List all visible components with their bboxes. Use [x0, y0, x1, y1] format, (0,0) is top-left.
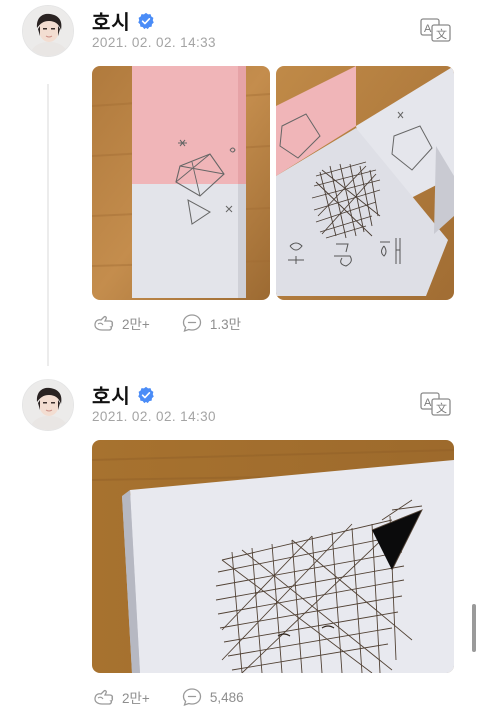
avatar[interactable]: [22, 379, 74, 431]
timeline-thread-line: [47, 84, 49, 366]
translate-icon: A 文: [420, 18, 451, 42]
author-name[interactable]: 호시: [92, 380, 131, 409]
author-name[interactable]: 호시: [92, 6, 131, 35]
translate-button[interactable]: A 文: [420, 392, 452, 416]
translate-icon: A 文: [420, 392, 451, 416]
translate-button[interactable]: A 文: [420, 18, 452, 42]
comment-count: 5,486: [209, 689, 244, 705]
like-icon: [94, 689, 114, 705]
svg-text:A: A: [424, 397, 432, 409]
post-timestamp: 2021. 02. 02. 14:33: [92, 35, 216, 50]
avatar[interactable]: [22, 5, 74, 57]
post-photo-drawing-closeup[interactable]: [92, 440, 454, 673]
verified-badge-icon: [138, 386, 154, 403]
like-button[interactable]: 2만+: [92, 685, 150, 709]
like-count: 2만+: [122, 691, 150, 706]
svg-text:文: 文: [436, 401, 447, 415]
svg-text:A: A: [424, 23, 432, 35]
comment-icon: [182, 688, 201, 707]
verified-badge-icon: [138, 12, 154, 29]
comment-count: 1.3만: [209, 317, 241, 332]
comment-button[interactable]: 5,486: [180, 685, 244, 709]
post-photo-drawing[interactable]: [276, 66, 454, 300]
post-timestamp: 2021. 02. 02. 14:30: [92, 409, 216, 424]
like-button[interactable]: 2만+: [92, 311, 150, 335]
scrollbar[interactable]: [472, 604, 476, 652]
comment-button[interactable]: 1.3만: [180, 311, 241, 335]
post-photo-sticky-notes[interactable]: [92, 66, 270, 300]
like-icon: [94, 315, 114, 331]
like-count: 2만+: [122, 317, 150, 332]
svg-text:文: 文: [436, 27, 447, 41]
comment-icon: [182, 314, 201, 333]
